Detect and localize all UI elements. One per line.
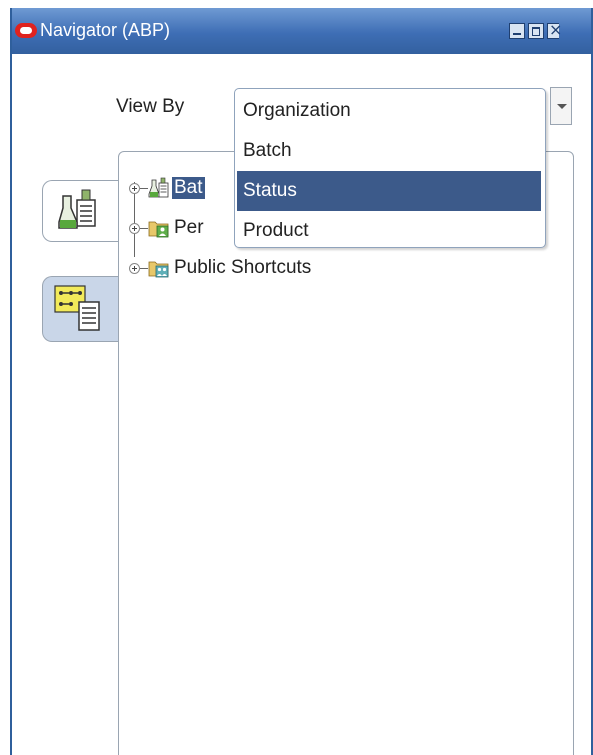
option-status[interactable]: Status [237,171,541,211]
tree-item-personal[interactable]: Per [129,214,206,242]
tab-documents[interactable] [42,276,120,342]
oracle-logo-icon [15,23,37,38]
tab-functions[interactable] [42,180,120,242]
chevron-down-icon [557,104,567,109]
option-product[interactable]: Product [237,211,541,251]
minimize-button[interactable] [509,23,525,39]
tree-item-public-shortcuts[interactable]: Public Shortcuts [129,254,313,282]
option-batch[interactable]: Batch [237,131,541,171]
maximize-button[interactable] [528,23,544,39]
process-flow-document-icon [54,285,100,331]
view-by-dropdown-list[interactable]: Organization Batch Status Product [234,88,546,248]
tree-item-batch[interactable]: Bat [129,174,205,202]
tree-item-label: Bat [172,177,205,199]
folder-person-icon [148,221,169,238]
expand-icon[interactable] [129,182,140,194]
view-by-dropdown-button[interactable] [550,87,572,125]
navigator-window: Navigator (ABP) View By [10,8,593,755]
option-organization[interactable]: Organization [237,91,541,131]
tree-item-label: Public Shortcuts [174,257,312,278]
view-by-label: View By [116,96,185,117]
flask-document-icon [58,189,96,229]
expand-icon[interactable] [129,262,140,274]
tree-item-label: Per [174,217,204,238]
title-bar[interactable]: Navigator (ABP) [12,8,591,54]
folder-people-icon [148,261,169,278]
flask-document-icon [148,177,169,198]
window-title: Navigator (ABP) [40,20,171,40]
expand-icon[interactable] [129,222,140,234]
close-button[interactable] [547,20,562,39]
